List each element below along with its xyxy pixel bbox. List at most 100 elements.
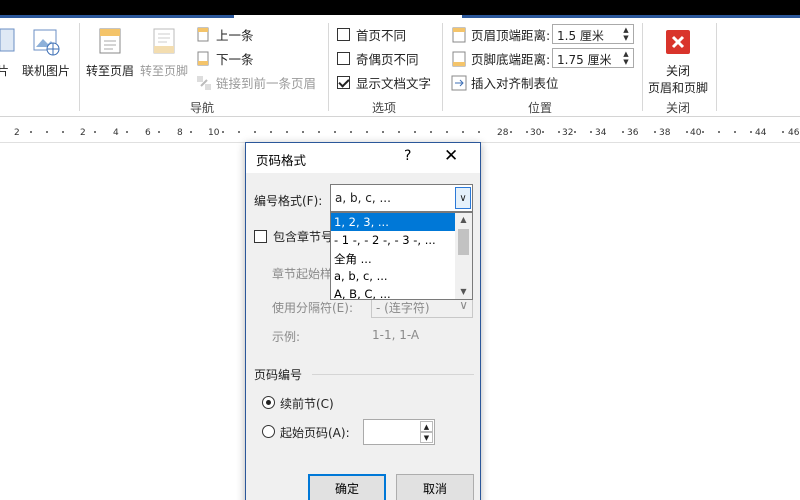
position-group-label: 位置 bbox=[528, 101, 553, 115]
start-at-spinner[interactable]: ▲ ▼ bbox=[363, 419, 435, 445]
ruler-dot bbox=[238, 131, 240, 133]
ruler-tick-label: 46 bbox=[788, 128, 800, 138]
dialog-titlebar: 页码格式 ? ✕ bbox=[246, 143, 480, 173]
include-chapter-checkbox[interactable]: 包含章节号 bbox=[254, 228, 333, 245]
footer-from-bottom-value: 1.75 厘米 bbox=[557, 53, 612, 67]
previous-icon bbox=[197, 27, 209, 41]
ruler-tick-label: 38 bbox=[659, 128, 671, 138]
different-odd-even-checkbox[interactable]: 奇偶页不同 bbox=[337, 49, 419, 68]
ruler-dot bbox=[702, 131, 704, 133]
show-document-text-check[interactable] bbox=[337, 76, 350, 89]
ribbon: 片 联机图片 转至页眉 转至页脚 上一条 下一条 链接到前一条页眉 导航 首页不… bbox=[0, 15, 800, 117]
ruler-tick-label: 2 bbox=[14, 128, 20, 138]
ruler-tick-label: 32 bbox=[562, 128, 574, 138]
next-button[interactable]: 下一条 bbox=[196, 49, 254, 68]
page-numbering-label: 页码编号 bbox=[254, 368, 303, 382]
continue-radio[interactable] bbox=[262, 396, 275, 409]
start-at-radio[interactable] bbox=[262, 425, 275, 438]
page-number-format-dialog: 页码格式 ? ✕ 编号格式(F): a, b, c, ... ∨ 包含章节号 章… bbox=[245, 142, 481, 500]
spin-down-icon[interactable]: ▼ bbox=[621, 58, 631, 66]
ruler-tick-label: 34 bbox=[595, 128, 607, 138]
chevron-down-icon[interactable]: ∨ bbox=[455, 187, 471, 209]
ruler-tick-label: 2 bbox=[80, 128, 86, 138]
pictures-button[interactable]: 片 bbox=[0, 27, 15, 79]
next-label: 下一条 bbox=[216, 52, 254, 67]
close-header-footer-button[interactable]: 关闭 页眉和页脚 bbox=[642, 27, 714, 96]
link-previous-label: 链接到前一条页眉 bbox=[216, 76, 317, 91]
header-from-top-value: 1.5 厘米 bbox=[557, 29, 604, 43]
use-separator-label: 使用分隔符(E): bbox=[272, 301, 353, 315]
footer-from-bottom-row: 页脚底端距离: bbox=[451, 49, 550, 68]
ruler-dot bbox=[558, 131, 560, 133]
goto-header-icon bbox=[99, 28, 121, 54]
spin-up-icon[interactable]: ▲ bbox=[621, 50, 631, 58]
close-button[interactable]: ✕ bbox=[444, 146, 458, 166]
scroll-down-icon[interactable]: ▼ bbox=[455, 285, 472, 299]
header-from-top-spinner[interactable]: 1.5 厘米 ▲ ▼ bbox=[552, 24, 634, 44]
scroll-thumb[interactable] bbox=[458, 229, 469, 255]
continue-label[interactable]: 续前节(C) bbox=[280, 395, 334, 412]
number-format-dropdown-list[interactable]: 1, 2, 3, ... - 1 -, - 2 -, - 3 -, ... 全角… bbox=[330, 212, 473, 300]
ruler-dot bbox=[190, 131, 192, 133]
goto-footer-icon bbox=[153, 28, 175, 54]
ruler-dot bbox=[30, 131, 32, 133]
ruler-dot bbox=[382, 131, 384, 133]
include-chapter-check[interactable] bbox=[254, 230, 267, 243]
close-header-footer-label-1: 关闭 bbox=[665, 64, 690, 78]
spin-down-icon[interactable]: ▼ bbox=[621, 34, 631, 42]
example-label: 示例: bbox=[272, 330, 301, 344]
ruler-tick-label: 40 bbox=[690, 128, 702, 138]
ok-button[interactable]: 确定 bbox=[308, 474, 386, 500]
show-document-text-label: 显示文档文字 bbox=[356, 76, 432, 91]
spin-up-icon[interactable]: ▲ bbox=[420, 421, 433, 432]
cancel-button[interactable]: 取消 bbox=[396, 474, 474, 500]
different-first-page-check[interactable] bbox=[337, 28, 350, 41]
ruler-dot bbox=[478, 131, 480, 133]
header-from-top-row: 页眉顶端距离: bbox=[451, 25, 550, 44]
format-option[interactable]: a, b, c, ... bbox=[331, 267, 456, 285]
number-format-combobox[interactable]: a, b, c, ... ∨ bbox=[330, 184, 473, 212]
close-header-footer-label-2: 页眉和页脚 bbox=[647, 81, 708, 95]
ruler-dot bbox=[334, 131, 336, 133]
ruler-dot bbox=[718, 131, 720, 133]
active-tab-indicator bbox=[234, 15, 462, 19]
ruler-dot bbox=[462, 131, 464, 133]
number-format-value: a, b, c, ... bbox=[335, 191, 391, 205]
format-option[interactable]: - 1 -, - 2 -, - 3 -, ... bbox=[331, 231, 456, 249]
scroll-up-icon[interactable]: ▲ bbox=[455, 213, 472, 227]
insert-alignment-tab-label: 插入对齐制表位 bbox=[471, 76, 559, 91]
different-odd-even-check[interactable] bbox=[337, 52, 350, 65]
format-option[interactable]: 全角 ... bbox=[331, 249, 456, 267]
ruler-dot bbox=[94, 131, 96, 133]
online-pictures-label: 联机图片 bbox=[21, 64, 70, 78]
online-pictures-button[interactable]: 联机图片 bbox=[18, 27, 74, 79]
show-document-text-checkbox[interactable]: 显示文档文字 bbox=[337, 73, 431, 92]
ruler-tick-label: 8 bbox=[177, 128, 183, 138]
ruler-dot bbox=[750, 131, 752, 133]
start-at-label[interactable]: 起始页码(A): bbox=[280, 424, 350, 441]
goto-header-button[interactable]: 转至页眉 bbox=[82, 27, 138, 79]
number-format-label: 编号格式(F): bbox=[254, 194, 323, 208]
previous-button[interactable]: 上一条 bbox=[196, 25, 254, 44]
dropdown-scrollbar[interactable]: ▲ ▼ bbox=[455, 213, 472, 299]
different-first-page-checkbox[interactable]: 首页不同 bbox=[337, 25, 406, 44]
insert-alignment-tab-button[interactable]: 插入对齐制表位 bbox=[451, 73, 559, 92]
ruler-tick-label: 10 bbox=[208, 128, 220, 138]
ruler-tick-label: 28 bbox=[497, 128, 509, 138]
format-option[interactable]: 1, 2, 3, ... bbox=[331, 213, 456, 231]
next-icon bbox=[197, 51, 209, 65]
ruler-tick-label: 30 bbox=[530, 128, 542, 138]
options-group-label: 选项 bbox=[372, 101, 397, 115]
ruler-dot bbox=[302, 131, 304, 133]
ruler-tick-label: 44 bbox=[755, 128, 767, 138]
spin-down-icon[interactable]: ▼ bbox=[420, 432, 433, 443]
format-option[interactable]: A, B, C, ... bbox=[331, 285, 456, 299]
ruler-dot bbox=[398, 131, 400, 133]
footer-position-icon bbox=[452, 51, 466, 66]
help-button[interactable]: ? bbox=[404, 148, 411, 164]
footer-from-bottom-spinner[interactable]: 1.75 厘米 ▲ ▼ bbox=[552, 48, 634, 68]
spin-up-icon[interactable]: ▲ bbox=[621, 26, 631, 34]
dialog-title: 页码格式 bbox=[256, 153, 307, 168]
horizontal-ruler[interactable]: 2 2 4 6 8 10 28 30 32 34 36 38 40 44 46 bbox=[0, 121, 800, 143]
pictures-label: 片 bbox=[0, 64, 9, 78]
